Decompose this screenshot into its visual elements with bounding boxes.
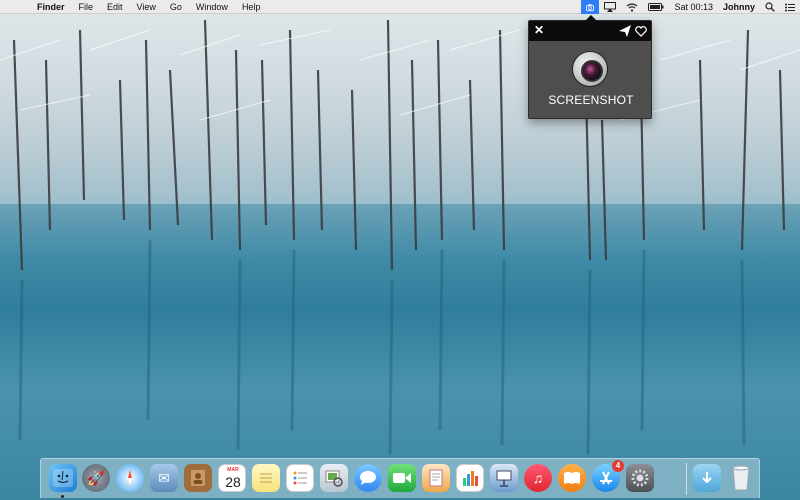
screenshot-status-icon[interactable] — [581, 0, 600, 14]
calendar-day: 28 — [225, 474, 241, 490]
numbers-icon[interactable] — [456, 464, 484, 492]
wallpaper-image — [0, 14, 800, 456]
preview-icon[interactable] — [320, 464, 348, 492]
desktop-wallpaper — [0, 0, 800, 500]
appstore-badge: 4 — [612, 460, 624, 472]
spotlight-search-icon[interactable] — [760, 0, 780, 14]
heart-icon[interactable] — [635, 24, 647, 42]
itunes-icon[interactable]: ♫ — [524, 464, 552, 492]
notification-center-icon[interactable] — [780, 0, 800, 14]
reminders-icon[interactable] — [286, 464, 314, 492]
popup-toolbar: ✕ — [529, 21, 651, 41]
dock: 🚀 ✉ MAR 28 ♫ 4 — [40, 458, 760, 498]
keynote-icon[interactable] — [490, 464, 518, 492]
menu-user[interactable]: Johnny — [718, 0, 760, 14]
safari-icon[interactable] — [116, 464, 144, 492]
menu-go[interactable]: Go — [163, 0, 189, 14]
menu-edit[interactable]: Edit — [100, 0, 130, 14]
messages-icon[interactable] — [354, 464, 382, 492]
mail-icon[interactable]: ✉ — [150, 464, 178, 492]
ibooks-icon[interactable] — [558, 464, 586, 492]
menu-file[interactable]: File — [72, 0, 101, 14]
capture-button[interactable] — [572, 51, 608, 87]
menu-view[interactable]: View — [130, 0, 163, 14]
screenshot-popup: ✕ SCREENSHOT — [528, 15, 653, 119]
send-icon[interactable] — [619, 24, 631, 42]
menu-app-name[interactable]: Finder — [30, 0, 72, 14]
trash-icon[interactable] — [727, 464, 755, 492]
finder-icon[interactable] — [49, 464, 77, 492]
facetime-icon[interactable] — [388, 464, 416, 492]
finder-running-indicator — [61, 495, 64, 498]
menu-help[interactable]: Help — [235, 0, 268, 14]
airplay-icon[interactable] — [599, 0, 621, 14]
contacts-icon[interactable] — [184, 464, 212, 492]
downloads-folder-icon[interactable] — [693, 464, 721, 492]
menu-window[interactable]: Window — [189, 0, 235, 14]
dock-separator — [686, 463, 687, 495]
wifi-icon[interactable] — [621, 0, 643, 14]
menu-bar: Finder File Edit View Go Window Help Sat… — [0, 0, 800, 14]
calendar-icon[interactable]: MAR 28 — [218, 464, 246, 492]
screenshot-label[interactable]: SCREENSHOT — [529, 93, 653, 107]
notes-icon[interactable] — [252, 464, 280, 492]
pages-icon[interactable] — [422, 464, 450, 492]
system-preferences-icon[interactable] — [626, 464, 654, 492]
menu-clock[interactable]: Sat 00:13 — [669, 0, 718, 14]
launchpad-icon[interactable]: 🚀 — [82, 464, 110, 492]
battery-icon[interactable] — [643, 0, 669, 14]
calendar-month: MAR — [227, 467, 239, 473]
close-icon[interactable]: ✕ — [534, 23, 544, 37]
appstore-icon[interactable]: 4 — [592, 460, 624, 492]
